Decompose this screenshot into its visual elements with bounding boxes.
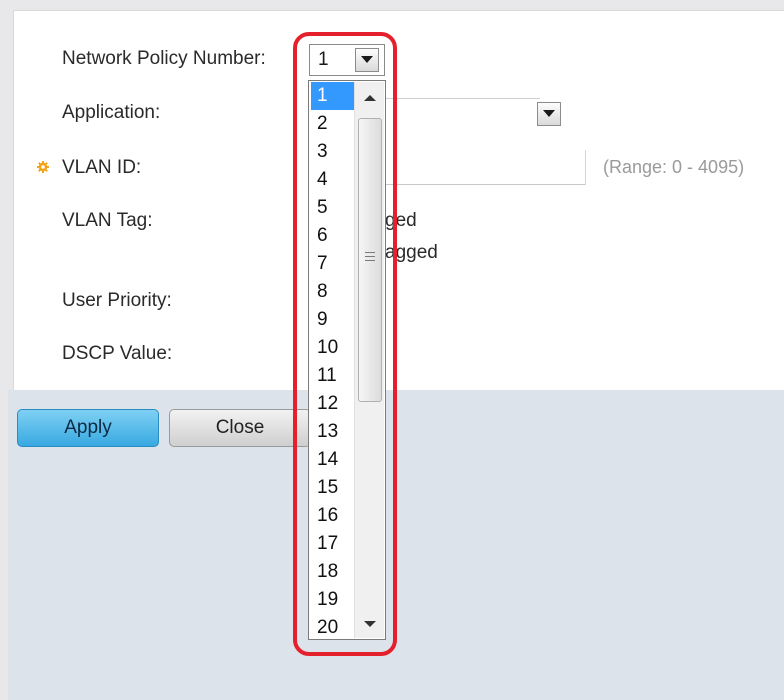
- annotation-highlight: [293, 32, 397, 656]
- dscp-value-label: DSCP Value:: [62, 343, 173, 364]
- application-label: Application:: [62, 102, 161, 123]
- user-priority-label: User Priority:: [62, 290, 172, 311]
- application-select-border: [380, 98, 540, 99]
- close-button[interactable]: Close: [169, 409, 311, 447]
- vlan-tag-label: VLAN Tag:: [62, 210, 153, 231]
- vlan-id-input[interactable]: [380, 184, 586, 185]
- chevron-down-icon[interactable]: [537, 102, 561, 126]
- apply-button[interactable]: Apply: [17, 409, 159, 447]
- application-select[interactable]: [380, 98, 570, 130]
- gear-icon: [37, 161, 49, 173]
- vlan-id-input-edge: [585, 150, 586, 185]
- network-policy-number-label: Network Policy Number:: [62, 48, 266, 69]
- vlan-id-range-hint: (Range: 0 - 4095): [603, 157, 745, 177]
- vlan-id-label: VLAN ID:: [62, 157, 142, 178]
